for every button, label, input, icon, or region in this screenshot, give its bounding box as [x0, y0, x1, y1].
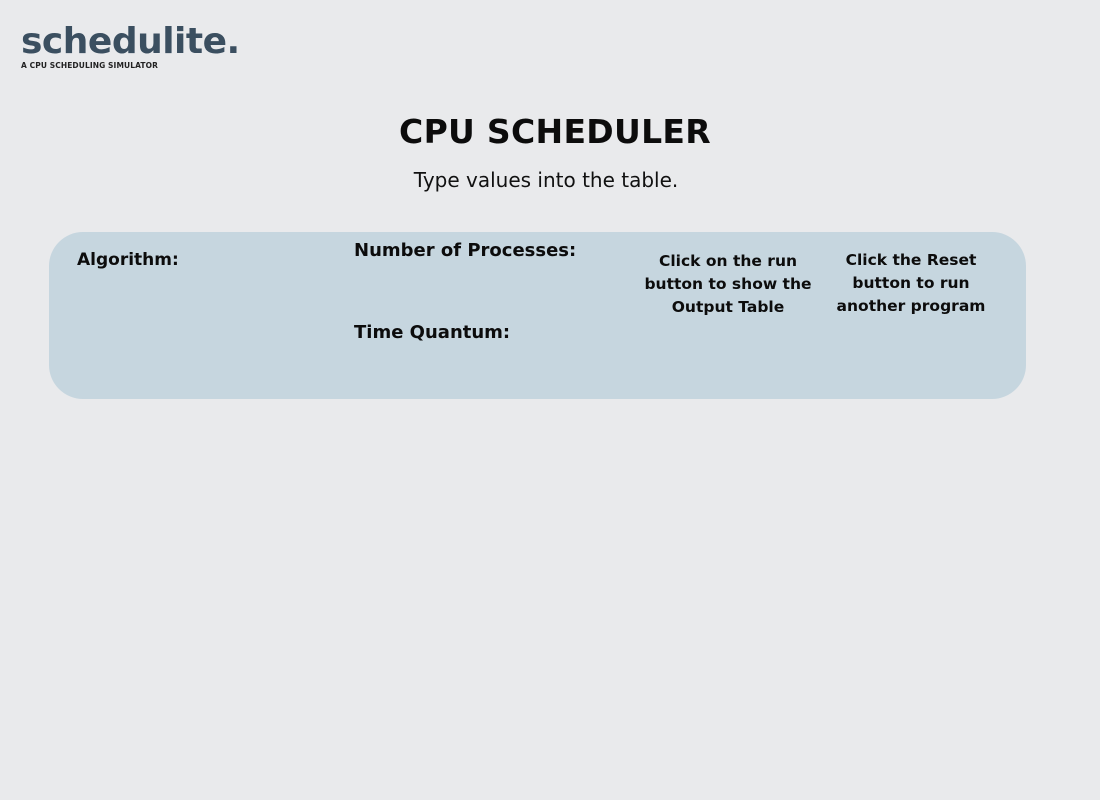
- reset-hint: Click the Reset button to run another pr…: [836, 251, 986, 315]
- num-processes-label: Number of Processes:: [354, 240, 577, 261]
- run-hint: Click on the run button to show the Outp…: [644, 252, 812, 316]
- page-subtitle: Type values into the table.: [413, 168, 679, 192]
- time-quantum-label: Time Quantum:: [354, 322, 511, 343]
- brand-tagline: A CPU SCHEDULING SIMULATOR: [21, 61, 158, 70]
- brand-name: schedulite.: [21, 21, 240, 62]
- brand-logo[interactable]: schedulite. A CPU SCHEDULING SIMULATOR: [21, 21, 240, 71]
- algorithm-label: Algorithm:: [77, 250, 179, 270]
- controls-panel: Algorithm: Number of Processes: Time Qua…: [49, 232, 1026, 399]
- page-title: CPU SCHEDULER: [399, 112, 711, 151]
